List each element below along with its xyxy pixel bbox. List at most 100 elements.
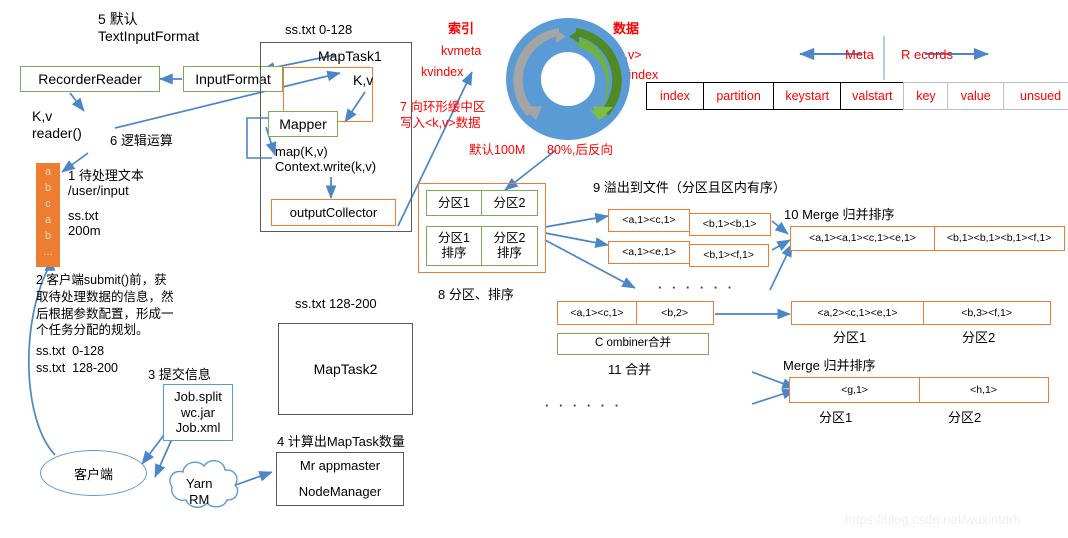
mapper-label: Mapper — [279, 115, 327, 132]
table-cell: key — [903, 82, 949, 110]
step2-label: 2 客户端submit()前，获 取待处理数据的信息，然 后根据参数配置，形成一… — [36, 273, 174, 338]
merge-sort-label: Merge 归并排序 — [783, 358, 876, 373]
cell-text: <a,1><c,1> — [570, 306, 624, 319]
combine-cell: <b,2> — [635, 301, 714, 325]
table-cell: partition — [702, 82, 775, 110]
client-label: 客户端 — [73, 466, 113, 482]
maptask2-box: MapTask2 — [278, 323, 413, 415]
partition2-sort-label: 分区2 排序 — [493, 231, 526, 260]
appmaster-label: Mr appmaster — [299, 458, 381, 474]
merge-row-1: <a,1><a,1><c,1><e,1> <b,1><b,1><b,1><f,1… — [790, 226, 1065, 251]
table-cell: value — [947, 82, 1005, 110]
mapper-box: Mapper — [268, 111, 338, 137]
recorder-reader-label: RecorderReader — [38, 70, 142, 87]
cell-text: partition — [716, 88, 761, 103]
combiner-label: C ombiner合并 — [594, 337, 672, 350]
cell-text: <b,1><b,1> — [702, 218, 757, 231]
column-letter: a — [44, 166, 52, 178]
spill-cell: <a,1><c,1> — [608, 209, 690, 232]
default-100m-label: 默认100M — [469, 143, 526, 157]
merge3-partition1-label: 分区1 — [819, 410, 853, 425]
yarn-label: Yarn RM — [186, 476, 213, 508]
table-cell: keystart — [773, 82, 842, 110]
merge3-partition2-label: 分区2 — [948, 410, 982, 425]
step2-split1-label: ss.txt 0-128 — [36, 344, 105, 358]
nodemanager-label: NodeManager — [298, 484, 382, 499]
cell-text: valstart — [852, 88, 893, 103]
cell-text: <b,1><f,1> — [703, 249, 755, 262]
step1-label: 1 待处理文本 /user/input — [68, 168, 144, 199]
output-collector-box: outputCollector — [271, 199, 396, 226]
sstxt-200m-label: ss.txt 200m — [68, 208, 101, 239]
merge-cell: <h,1> — [918, 377, 1049, 403]
merge-cell: <a,1><a,1><c,1><e,1> — [790, 226, 935, 251]
index-cn-label: 索引 — [448, 21, 475, 36]
table-cell: unsued — [1003, 82, 1068, 110]
step10-label: 10 Merge 归并排序 — [784, 207, 895, 222]
sstxt-128-200-label: ss.txt 128-200 — [295, 296, 377, 311]
merge-cell: <b,1><b,1><b,1><f,1> — [933, 226, 1065, 251]
spill-file-2: <a,1><e,1> <b,1><f,1> — [608, 241, 769, 267]
partition1-label: 分区1 — [438, 195, 470, 210]
table-cell: index — [646, 82, 704, 110]
partition1-box: 分区1 — [426, 190, 482, 216]
circular-buffer-ring — [504, 16, 632, 142]
column-letter: c — [45, 197, 51, 210]
partition1-sort-label: 分区1 排序 — [438, 231, 470, 260]
map-context-label: map(K,v) Context.write(k,v) — [275, 144, 377, 175]
maptask1-label: MapTask1 — [318, 48, 382, 64]
cell-text: <b,3><f,1> — [961, 306, 1013, 319]
cell-text: <b,2> — [661, 306, 689, 319]
table-cell: valstart — [839, 82, 905, 110]
spill-cell: <b,1><f,1> — [688, 244, 769, 267]
spill-cell: <b,1><b,1> — [688, 213, 771, 236]
cell-text: <a,1><a,1><c,1><e,1> — [809, 232, 916, 245]
merge2-partition1-label: 分区1 — [833, 330, 867, 345]
spill-cell: <a,1><e,1> — [608, 241, 690, 264]
spill-dots: · · · · · · — [658, 280, 736, 295]
column-letter: b — [44, 181, 52, 194]
cell-text: <a,1><e,1> — [622, 246, 676, 259]
cell-text: <g,1> — [841, 383, 868, 396]
column-letter: a — [44, 213, 52, 226]
sstxt-0-128-label: ss.txt 0-128 — [285, 22, 353, 37]
kv-reader-label: K,v reader() — [32, 108, 82, 141]
cell-text: <a,1><c,1> — [622, 214, 676, 227]
step6-label: 6 逻辑运算 — [110, 133, 173, 148]
diagram-canvas: 5 默认 TextInputFormat RecorderReader Inpu… — [0, 0, 1068, 538]
recorder-reader-box: RecorderReader — [20, 66, 160, 92]
records-label: R ecords — [901, 47, 954, 62]
step7-label: 7 向环形缓中区 写入<k,v>数据 — [400, 100, 486, 131]
partition2-sort-box: 分区2 排序 — [481, 226, 538, 266]
kvindex-label: kvindex — [421, 65, 464, 79]
merge-cell: <b,3><f,1> — [922, 301, 1051, 325]
merge-cell: <g,1> — [789, 377, 920, 403]
client-ellipse: 客户端 — [40, 450, 147, 496]
input-text-column: a b c a b ... — [36, 163, 60, 267]
partition2-box: 分区2 — [481, 190, 538, 216]
meta-records-table: index partition keystart valstart key va… — [646, 82, 1068, 110]
percent-80-label: 80%,后反向 — [547, 143, 613, 157]
partition2-label: 分区2 — [493, 195, 526, 210]
step9-label: 9 溢出到文件（分区且区内有序） — [593, 180, 786, 195]
combine-cell: <a,1><c,1> — [557, 301, 637, 325]
merge2-partition2-label: 分区2 — [962, 330, 996, 345]
cell-text: key — [916, 88, 936, 103]
merge-row-2: <a,2><c,1><e,1> <b,3><f,1> — [791, 301, 1051, 325]
appmaster-box: Mr appmaster NodeManager — [276, 452, 404, 506]
cell-text: <h,1> — [970, 383, 998, 396]
combiner-dots: · · · · · · — [545, 398, 623, 413]
maptask2-label: MapTask2 — [313, 360, 378, 377]
step11-label: 11 合并 — [608, 362, 652, 377]
job-split-label: Job.split wc.jar Job.xml — [174, 389, 222, 436]
combine-source-row: <a,1><c,1> <b,2> — [557, 301, 714, 325]
step8-label: 8 分区、排序 — [438, 287, 514, 302]
cell-text: <a,2><c,1><e,1> — [817, 306, 898, 319]
watermark: https://blog.csdn.net/wuxintdrh — [845, 512, 1021, 527]
cell-text: index — [660, 88, 690, 103]
merge-cell: <a,2><c,1><e,1> — [791, 301, 924, 325]
kv-right-label: K,v — [353, 72, 374, 88]
kvmeta-label: kvmeta — [441, 44, 482, 58]
step3-label: 3 提交信息 — [148, 367, 211, 382]
job-split-box: Job.split wc.jar Job.xml — [163, 384, 233, 441]
